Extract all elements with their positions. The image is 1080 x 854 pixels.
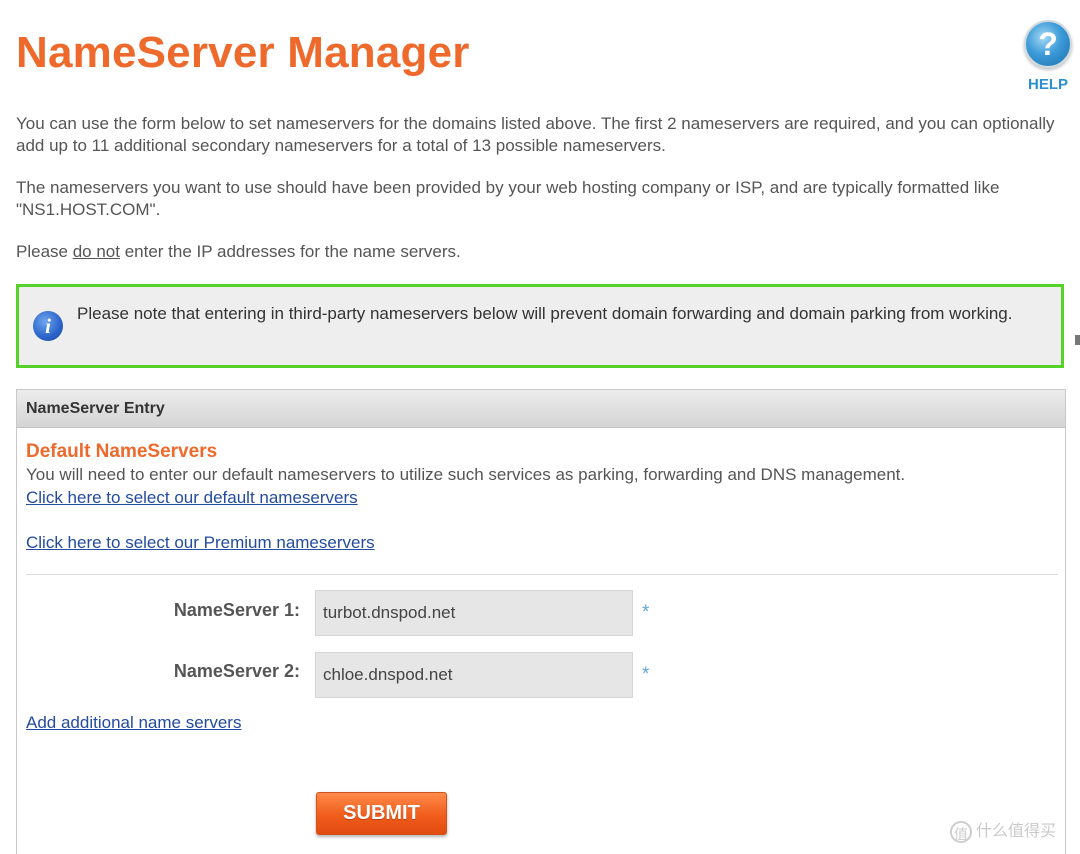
notice-box: i Please note that entering in third-par… [16,284,1064,368]
select-premium-nameservers-link[interactable]: Click here to select our Premium nameser… [26,533,375,553]
paragraph-3-suffix: enter the IP addresses for the name serv… [119,242,461,261]
nameserver-1-input[interactable] [315,590,633,636]
page-title: NameServer Manager [16,28,470,77]
watermark-badge-icon: 值 [950,820,972,843]
help-control[interactable]: ? HELP [1018,20,1078,93]
section-title: Default NameServers [26,441,218,462]
scroll-edge-marker [1075,335,1080,345]
intro-paragraph-1: You can use the form below to set namese… [16,114,1055,155]
info-icon: i [33,311,63,341]
add-name-servers-link[interactable]: Add additional name servers [26,713,241,733]
intro-paragraph-3: Please do not enter the IP addresses for… [16,241,1076,263]
divider [26,574,1058,575]
paragraph-3-prefix: Please [16,242,73,261]
nameserver-1-label: NameServer 1: [173,600,300,620]
nameserver-2-label: NameServer 2: [173,661,300,681]
do-not-emphasis: do not [72,242,120,261]
panel-header: NameServer Entry [17,390,1065,428]
required-indicator: * [642,664,650,685]
submit-button[interactable]: SUBMIT [316,792,447,835]
watermark-text: 什么值得买 [976,823,1057,840]
nameserver-2-input[interactable] [315,652,633,698]
help-icon[interactable]: ? [1024,20,1072,68]
watermark: 值什么值得买 [950,818,1056,846]
required-indicator: * [642,602,650,623]
nameserver-entry-panel: NameServer Entry Default NameServers You… [16,389,1066,854]
notice-text: Please note that entering in third-party… [77,304,1013,323]
select-default-nameservers-link[interactable]: Click here to select our default nameser… [26,488,358,508]
help-label[interactable]: HELP [1018,76,1078,93]
section-description: You will need to enter our default names… [26,465,906,484]
intro-paragraph-2: The nameservers you want to use should h… [16,178,1000,219]
